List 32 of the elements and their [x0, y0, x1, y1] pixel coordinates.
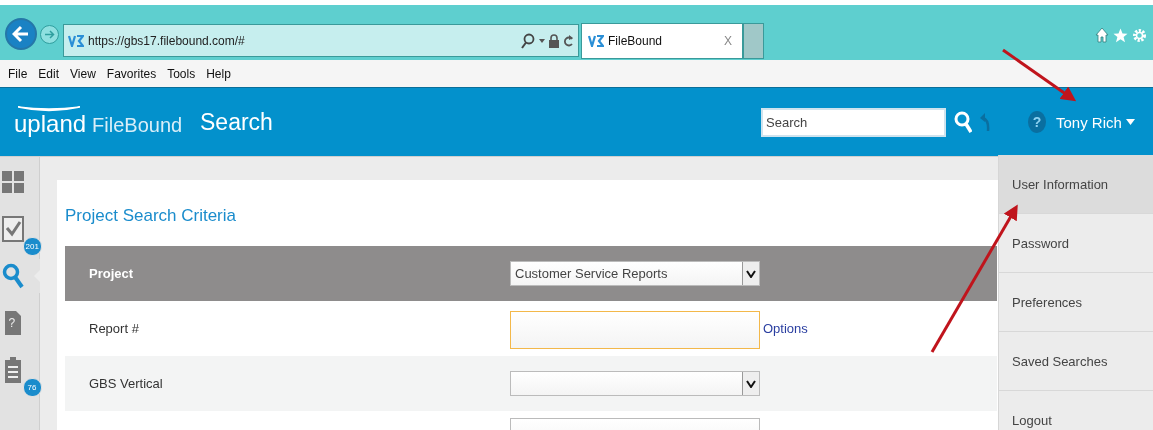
menu-item[interactable]: Favorites — [106, 66, 157, 81]
tab-title: FileBound — [608, 34, 664, 48]
field-label: Project — [88, 266, 135, 281]
menu-item[interactable]: User Information — [999, 155, 1153, 214]
page-title: Search — [200, 108, 274, 136]
product-name: FileBound — [92, 114, 183, 137]
menu-item[interactable]: Preferences — [999, 273, 1153, 332]
menu-item[interactable]: Edit — [38, 66, 60, 81]
url-text: https://gbs17.filebound.com/# — [88, 33, 246, 48]
menu-item[interactable]: Tools — [167, 66, 196, 81]
field-label: GBS Vertical — [88, 376, 164, 391]
close-tab-button[interactable]: X — [720, 34, 736, 48]
count-badge: 201 — [22, 237, 42, 256]
menu-item[interactable]: File — [8, 66, 28, 81]
menu-item[interactable]: Help — [206, 66, 231, 81]
menu-item[interactable]: Password — [999, 214, 1153, 273]
question-mark: ? — [8, 317, 16, 329]
field-label: Report # — [88, 321, 140, 336]
menu-item[interactable]: View — [70, 66, 96, 81]
browser-tab[interactable]: FileBound X — [581, 23, 743, 59]
count-badge: 76 — [22, 378, 42, 397]
search-field[interactable]: Search — [761, 107, 946, 137]
menu-item[interactable]: Logout — [999, 391, 1153, 430]
help-document-icon[interactable]: ? — [4, 311, 21, 335]
address-bar[interactable]: https://gbs17.filebound.com/# — [63, 24, 579, 57]
menu-item[interactable]: Saved Searches — [999, 332, 1153, 391]
logo-text: upland — [14, 110, 87, 138]
section-title: Project Search Criteria — [65, 206, 237, 226]
app-logo[interactable]: upland FileBound — [14, 106, 188, 138]
options-link[interactable]: Options — [763, 321, 808, 336]
dropdown-field[interactable]: Customer Service Reports — [510, 261, 760, 286]
user-menu-button[interactable]: Tony Rich — [1056, 113, 1135, 131]
